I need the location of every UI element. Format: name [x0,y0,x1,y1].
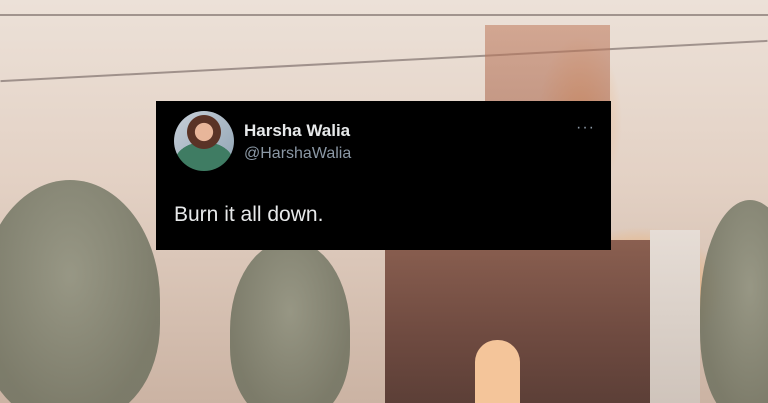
tree [0,180,160,403]
tweet-text: Burn it all down. [174,203,324,226]
power-line [0,39,768,83]
display-name[interactable]: Harsha Walia [244,121,350,141]
power-line [0,14,768,16]
avatar[interactable] [174,111,234,171]
tree [700,200,768,403]
user-handle[interactable]: @HarshaWalia [244,145,351,163]
church-building [385,240,665,403]
tree [230,240,350,403]
ellipsis-icon[interactable]: ··· [576,119,595,137]
church-steeple [650,230,700,403]
church-door [475,340,520,403]
tweet-card[interactable]: Harsha Walia @HarshaWalia ··· Burn it al… [156,101,611,250]
